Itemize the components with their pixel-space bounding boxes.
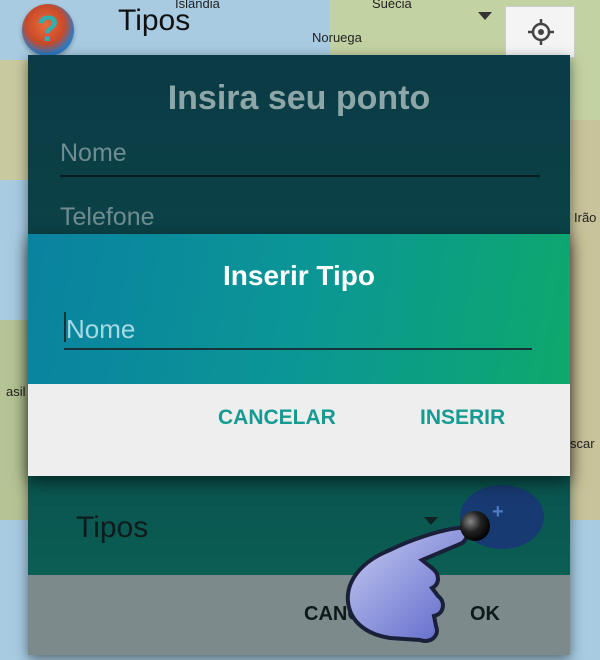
type-name-placeholder: Nome	[66, 314, 136, 344]
question-mark-icon: ?	[37, 8, 59, 49]
page-title[interactable]: Tipos	[118, 4, 190, 38]
type-name-input[interactable]: Nome	[64, 310, 532, 350]
cancel-button[interactable]: CANCELAR	[218, 406, 336, 430]
map-label: asil	[6, 384, 26, 399]
map-label: scar	[570, 436, 595, 451]
insert-button[interactable]: INSERIR	[420, 406, 505, 430]
name-field[interactable]: Nome	[60, 139, 540, 177]
phone-field[interactable]: Telefone	[60, 203, 155, 232]
pointing-hand-icon	[345, 511, 490, 643]
my-location-button[interactable]	[505, 6, 575, 58]
app-logo-icon: ?	[22, 4, 74, 56]
type-select[interactable]: Tipos	[76, 511, 148, 545]
dialog-title: Inserir Tipo	[223, 260, 375, 291]
insert-type-dialog: Inserir Tipo Nome CANCELAR INSERIR	[28, 234, 570, 476]
dialog-title: Insira seu ponto	[167, 79, 431, 117]
map-label: Irão	[574, 210, 597, 225]
crosshair-icon	[528, 19, 554, 45]
chevron-down-icon[interactable]	[478, 12, 492, 20]
dialog-header: Inserir Tipo Nome	[28, 234, 570, 384]
dialog-actions: CANCELAR INSERIR	[28, 384, 570, 476]
top-bar: ? Tipos	[0, 0, 600, 58]
